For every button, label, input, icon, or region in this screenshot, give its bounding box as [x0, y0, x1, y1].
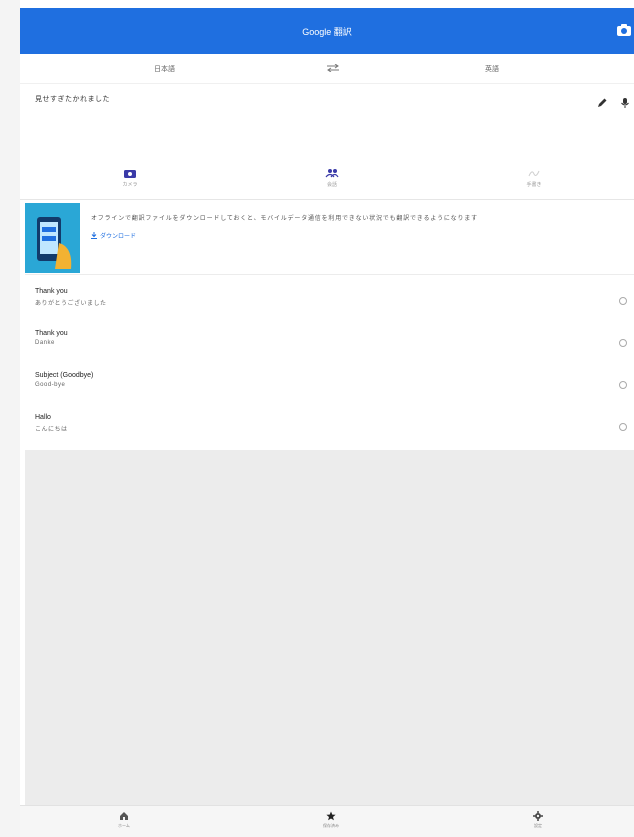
tab-handwriting[interactable]: 手書き: [494, 168, 574, 188]
history-item[interactable]: Thank you Danke: [25, 322, 634, 364]
download-icon: [91, 232, 97, 239]
history-item[interactable]: Subject (Goodbye) Good-bye: [25, 364, 634, 406]
translation-input[interactable]: 見せすぎたかれました: [20, 84, 634, 164]
tab-conversation-label: 会話: [326, 182, 337, 188]
tab-handwriting-label: 手書き: [526, 182, 542, 188]
nav-settings[interactable]: 設定: [518, 811, 558, 829]
offline-promo-card: オフラインで翻訳ファイルをダウンロードしておくと、モバイルデータ通信を利用できな…: [25, 203, 634, 275]
window-left-edge: [0, 0, 20, 837]
source-language-button[interactable]: 日本語: [154, 64, 175, 74]
app-title: Google 翻訳: [302, 26, 352, 37]
handwriting-icon: [528, 170, 540, 177]
language-bar: 日本語 英語: [20, 54, 634, 84]
promo-text: オフラインで翻訳ファイルをダウンロードしておくと、モバイルデータ通信を利用できな…: [91, 216, 478, 222]
nav-home[interactable]: ホーム: [104, 811, 144, 829]
history-target: Good-bye: [35, 382, 66, 388]
history-source: Hallo: [35, 414, 51, 421]
input-mode-tabs: カメラ 会話 手書き: [20, 164, 634, 200]
nav-settings-label: 設定: [534, 823, 542, 828]
microphone-icon[interactable]: [619, 96, 631, 108]
home-icon: [120, 812, 128, 820]
star-outline-icon[interactable]: [618, 335, 628, 347]
app-header: Google 翻訳: [20, 8, 634, 54]
conversation-icon: [325, 169, 339, 178]
nav-saved[interactable]: 保存済み: [311, 811, 351, 829]
swap-icon[interactable]: [326, 63, 340, 74]
bottom-navigation: ホーム 保存済み 設定: [20, 805, 634, 837]
camera-icon[interactable]: [616, 22, 632, 38]
star-outline-icon[interactable]: [618, 377, 628, 389]
nav-home-label: ホーム: [118, 823, 130, 828]
history-target: ありがとうございました: [35, 301, 107, 307]
history-source: Thank you: [35, 330, 68, 337]
tab-camera-label: カメラ: [122, 182, 138, 188]
download-link-label: ダウンロード: [100, 234, 137, 240]
star-outline-icon[interactable]: [618, 419, 628, 431]
camera-icon: [124, 170, 136, 178]
star-icon: [326, 811, 336, 821]
input-text[interactable]: 見せすぎたかれました: [35, 94, 110, 104]
history-target: こんにちは: [35, 427, 68, 433]
content-background: [25, 450, 634, 805]
pencil-icon[interactable]: [596, 96, 608, 108]
history-item[interactable]: Hallo こんにちは: [25, 406, 634, 448]
translation-history: Thank you ありがとうございました Thank you Danke Su…: [25, 280, 634, 450]
history-source: Thank you: [35, 288, 68, 295]
download-link[interactable]: ダウンロード: [91, 231, 136, 240]
tab-camera[interactable]: カメラ: [90, 168, 170, 188]
nav-saved-label: 保存済み: [323, 823, 339, 828]
translate-app: Google 翻訳 日本語 英語 見せすぎたかれました カメラ 会話 手書き オ…: [20, 0, 634, 837]
history-source: Subject (Goodbye): [35, 372, 94, 379]
history-target: Danke: [35, 340, 55, 346]
gear-icon: [533, 811, 543, 821]
tab-conversation[interactable]: 会話: [292, 168, 372, 188]
target-language-button[interactable]: 英語: [485, 64, 499, 74]
star-outline-icon[interactable]: [618, 293, 628, 305]
promo-phone-illustration: [25, 203, 80, 273]
history-item[interactable]: Thank you ありがとうございました: [25, 280, 634, 322]
